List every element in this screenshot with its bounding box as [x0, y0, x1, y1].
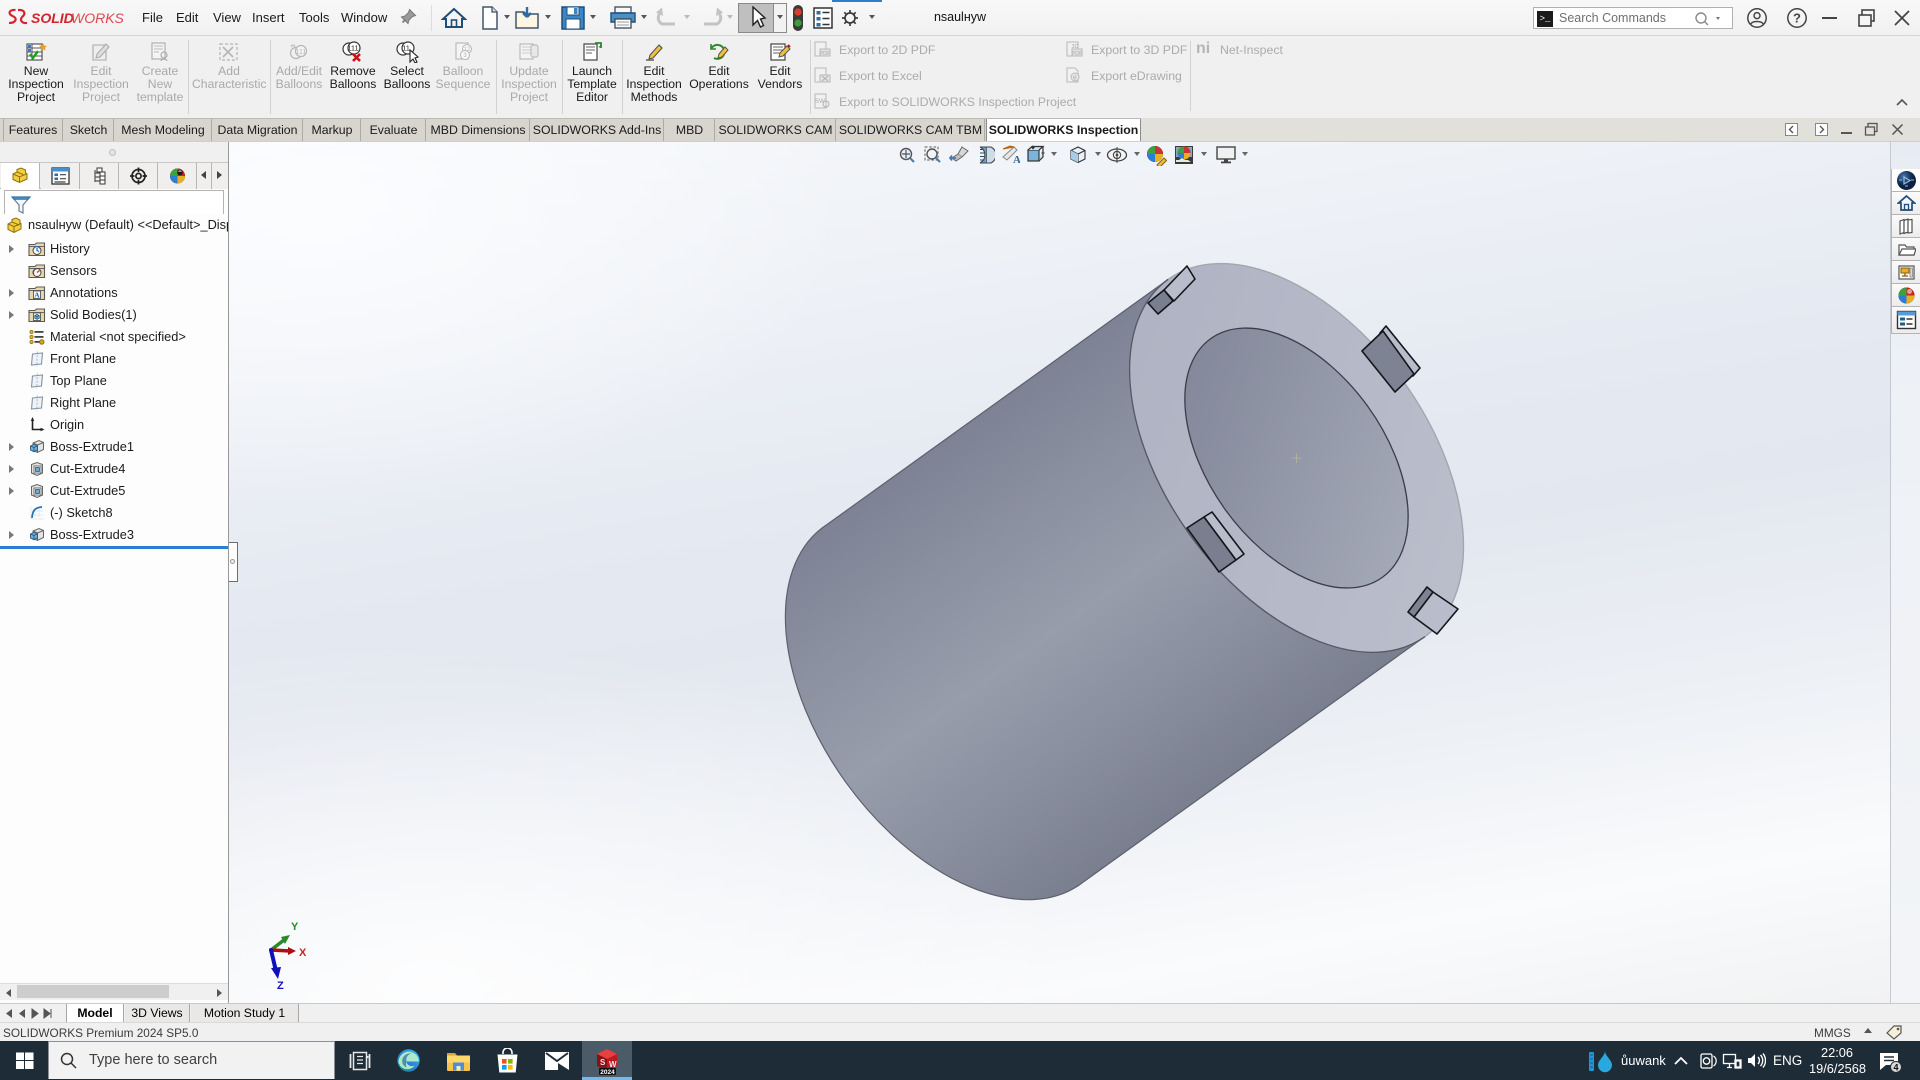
svg-text:111: 111	[347, 44, 358, 53]
svg-text:PDF: PDF	[1072, 51, 1084, 57]
svg-text:PDF: PDF	[820, 51, 832, 57]
svg-text:Z: Z	[277, 980, 284, 991]
svg-text:2024: 2024	[600, 1069, 615, 1076]
svg-text:?: ?	[1793, 11, 1801, 26]
svg-text:11: 11	[402, 44, 410, 53]
svg-text:4: 4	[1893, 1063, 1898, 1073]
svg-text:A: A	[1013, 154, 1020, 165]
svg-text:S: S	[600, 1058, 606, 1067]
svg-text:W: W	[609, 1060, 617, 1069]
svg-text:111: 111	[296, 49, 307, 56]
svg-text:Y: Y	[291, 921, 299, 933]
svg-text:X: X	[299, 947, 307, 959]
svg-text:3D: 3D	[1071, 44, 1078, 50]
svg-text:e: e	[1073, 75, 1077, 82]
